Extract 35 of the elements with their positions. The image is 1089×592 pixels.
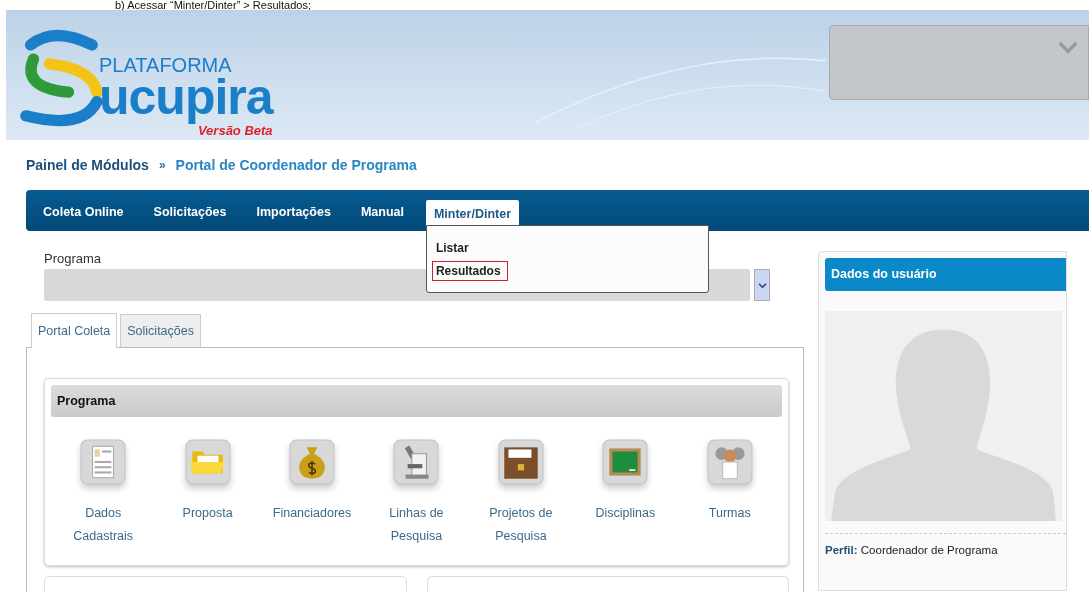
logo-tagline: Versão Beta (197, 124, 273, 138)
breadcrumb-link[interactable]: Portal de Coordenador de Programa (175, 157, 417, 173)
tab[interactable]: Portal Coleta (31, 313, 118, 348)
card-header: Programa (51, 385, 782, 417)
tab[interactable]: Solicitações (120, 314, 201, 347)
panel-header: Dados do usuário (825, 258, 1066, 291)
field-label: Programa (43, 251, 103, 266)
module-link[interactable]: Proposta (160, 502, 255, 525)
logo-subtitle: PLATAFORMA (99, 56, 233, 74)
nav-item[interactable]: Manual (360, 204, 404, 219)
board-icon[interactable] (602, 439, 649, 485)
form-icon[interactable] (80, 439, 127, 485)
money-icon[interactable] (289, 439, 336, 485)
nav-item[interactable]: Solicitações (153, 204, 227, 219)
breadcrumb-separator: » (158, 158, 166, 172)
select-arrow-button[interactable] (754, 269, 770, 301)
module-link[interactable]: Financiadores (265, 502, 360, 525)
profile-text: Perfil: Coordenador de Programa (825, 533, 1066, 556)
breadcrumb-link[interactable]: Painel de Módulos (26, 157, 149, 173)
module-link[interactable]: Projetos de Pesquisa (473, 502, 568, 548)
people-icon[interactable] (706, 439, 753, 485)
module-link[interactable]: Turmas (682, 502, 777, 525)
avatar-silhouette-icon (825, 311, 1062, 521)
microscope-icon[interactable] (393, 439, 440, 485)
caption-text: b) Acessar “Minter/Dinter” > Resultados; (114, 0, 312, 10)
module-link[interactable]: Linhas de Pesquisa (369, 502, 464, 548)
nav-item[interactable]: Coleta Online (43, 204, 124, 219)
chevron-down-icon (757, 281, 767, 289)
menu-item[interactable]: Listar (431, 238, 473, 258)
menu-item[interactable]: Resultados (431, 261, 508, 281)
chevron-down-icon (1058, 41, 1078, 55)
module-link[interactable]: Disciplinas (578, 502, 673, 525)
nav-item[interactable]: Importações (256, 204, 331, 219)
archive-icon[interactable] (497, 439, 544, 485)
module-link[interactable]: Dados Cadastrais (56, 502, 151, 548)
